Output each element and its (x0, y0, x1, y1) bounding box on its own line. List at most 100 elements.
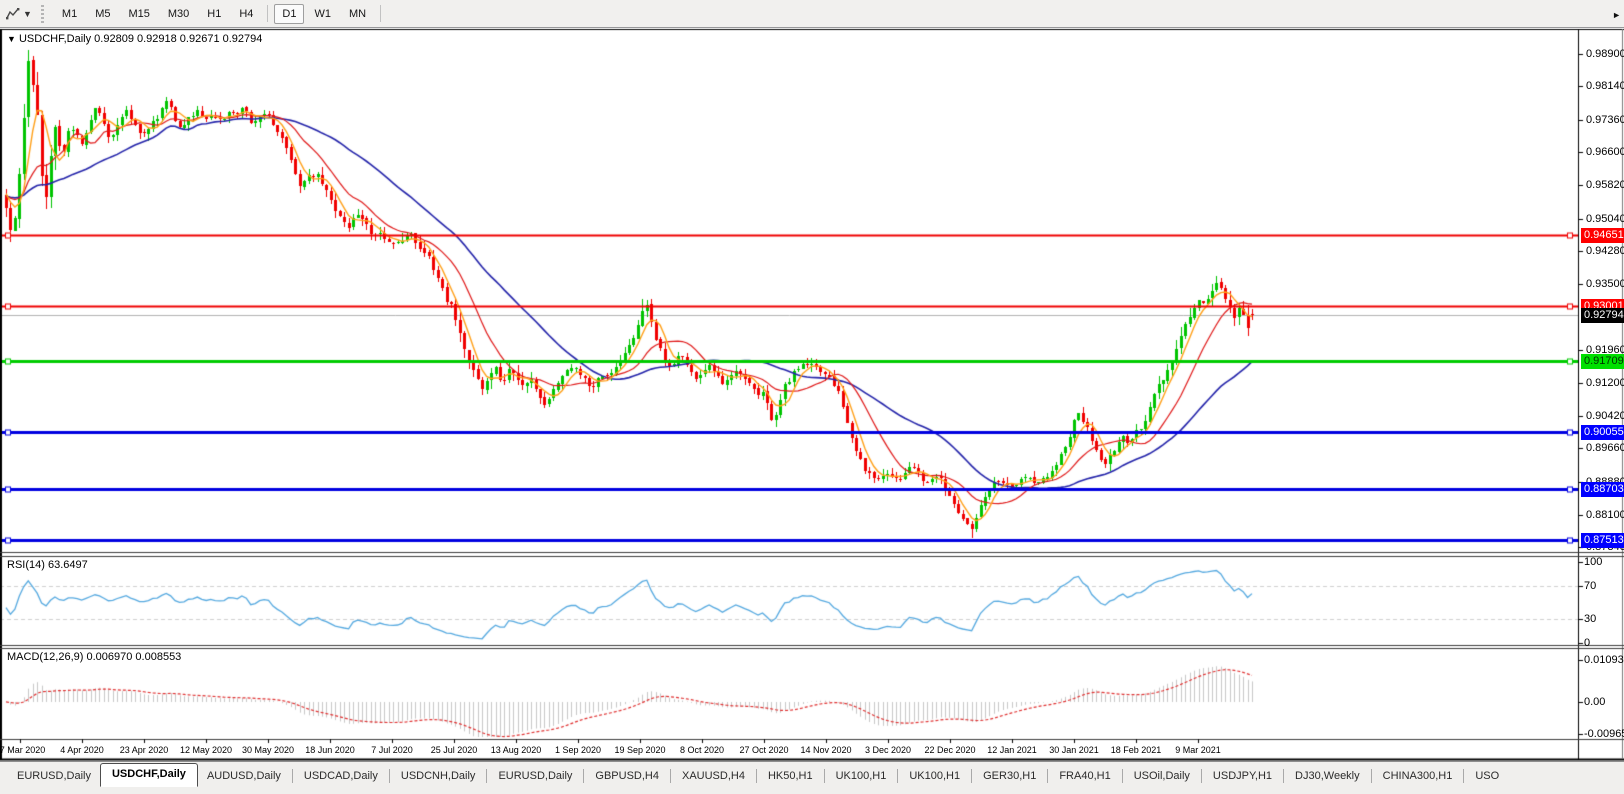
tab-item[interactable]: USDCAD,Daily (295, 766, 387, 787)
collapse-arrow-icon[interactable]: ▼ (7, 34, 16, 44)
price-tick-label: 0.96600 (1586, 146, 1624, 159)
macd-name: MACD(12,26,9) (7, 651, 84, 663)
date-tick-label: 22 Dec 2020 (924, 745, 976, 755)
toolbar-separator (267, 5, 269, 22)
chart-title-symbol: USDCHF,Daily (18, 33, 92, 45)
timeframe-button-m15[interactable]: M15 (120, 4, 157, 24)
tab-separator (583, 769, 585, 783)
tab-separator (755, 769, 757, 783)
date-tick-label: 3 Dec 2020 (864, 745, 912, 755)
timeframe-button-d1[interactable]: D1 (274, 3, 305, 24)
price-tick-label: 0.98140 (1586, 80, 1624, 93)
rsi-value: 63.6497 (47, 559, 88, 571)
rsi-tick-label: 30 (1584, 612, 1597, 625)
tab-item[interactable]: FRA40,H1 (1050, 766, 1119, 787)
tab-item[interactable]: EURUSD,Daily (8, 766, 100, 787)
tab-item[interactable]: EURUSD,Daily (489, 766, 581, 787)
tab-item[interactable]: XAUUSD,H4 (673, 766, 754, 787)
date-tick-label: 7 Jul 2020 (371, 745, 413, 755)
tab-separator (669, 769, 671, 783)
rsi-name: RSI(14) (7, 559, 45, 571)
price-highlight-label: 0.88703 (1581, 482, 1624, 498)
timeframe-button-w1[interactable]: W1 (306, 4, 339, 24)
timeframe-toolbar: ▼ M1 M5 M15 M30 H1 H4 D1 W1 MN (0, 0, 1624, 28)
tab-item[interactable]: GBPUSD,H4 (586, 766, 668, 787)
date-tick-label: 25 Jul 2020 (430, 745, 478, 755)
date-tick-label: 9 Mar 2021 (1175, 745, 1221, 755)
tab-separator (897, 769, 899, 783)
tab-item[interactable]: HK50,H1 (759, 766, 822, 787)
date-tick-label: 18 Jun 2020 (305, 745, 355, 755)
tab-separator (823, 769, 825, 783)
date-tick-label: 27 Oct 2020 (739, 745, 789, 755)
tab-item[interactable]: USDCHF,Daily (99, 763, 198, 787)
tab-separator (1200, 769, 1202, 783)
rsi-tick-label: 100 (1584, 556, 1603, 568)
macd-values: 0.006970 0.008553 (86, 651, 182, 663)
price-tick-label: 0.95040 (1586, 212, 1624, 225)
tab-separator (1463, 769, 1465, 783)
tab-item[interactable]: DJ30,Weekly (1286, 766, 1369, 787)
tab-item[interactable]: USOil,Daily (1125, 766, 1199, 787)
chart-tabs: EURUSD,Daily USDCHF,Daily AUDUSD,Daily USDC… (8, 763, 1466, 787)
date-tick-label: 4 Apr 2020 (60, 745, 104, 755)
chart-canvas[interactable] (0, 0, 1624, 794)
price-tick-label: 0.91200 (1586, 376, 1624, 389)
timeframe-button-m30[interactable]: M30 (160, 4, 197, 24)
tab-item[interactable]: USDJPY,H1 (1204, 766, 1281, 787)
date-tick-label: 30 Jan 2021 (1049, 745, 1099, 755)
price-tick-label: 0.94280 (1586, 245, 1624, 258)
tab-item[interactable]: UK100,H1 (900, 766, 969, 787)
tab-separator (291, 769, 293, 783)
price-highlight-label: 0.87513 (1581, 532, 1624, 548)
tab-item-overflow[interactable]: USO (1466, 766, 1508, 787)
tab-separator (971, 769, 973, 783)
tab-separator (388, 769, 390, 783)
timeframe-button-m5[interactable]: M5 (87, 4, 118, 24)
rsi-tick-label: 0 (1584, 637, 1591, 649)
timeframe-button-mn[interactable]: MN (341, 4, 374, 24)
price-highlight-label: 0.92794 (1581, 307, 1624, 323)
price-highlight-label: 0.94651 (1581, 228, 1624, 244)
tab-item[interactable]: USDCNH,Daily (392, 766, 485, 787)
chart-tabs-bar: EURUSD,Daily USDCHF,Daily AUDUSD,Daily USDC… (0, 761, 1624, 794)
chevron-down-icon[interactable]: ▼ (23, 9, 32, 19)
price-tick-label: 0.89660 (1586, 442, 1624, 455)
date-tick-label: 12 Jan 2021 (987, 745, 1037, 755)
price-highlight-label: 0.91709 (1581, 353, 1624, 369)
timeframe-button-h4[interactable]: H4 (231, 4, 261, 24)
tab-item[interactable]: UK100,H1 (827, 766, 896, 787)
tab-separator (486, 769, 488, 783)
tab-item[interactable]: AUDUSD,Daily (198, 766, 290, 787)
tab-item[interactable]: CHINA300,H1 (1374, 766, 1462, 787)
macd-tick-label: -0.009653 (1584, 728, 1624, 740)
mt4-window: { "toolbar": { "chart_tool_icon": "line-… (0, 0, 1624, 794)
macd-tick-label: 0.00 (1584, 696, 1606, 708)
line-study-icon[interactable] (4, 6, 22, 22)
date-tick-label: 1 Sep 2020 (554, 745, 602, 755)
tab-scroll-right-icon[interactable]: ► (1612, 10, 1621, 20)
date-tick-label: 13 Aug 2020 (490, 745, 542, 755)
timeframe-buttons: M1 M5 M15 M30 H1 H4 D1 W1 MN (53, 3, 386, 24)
tab-item[interactable]: GER30,H1 (974, 766, 1045, 787)
tab-separator (1370, 769, 1372, 783)
tab-separator (1047, 769, 1049, 783)
macd-label: MACD(12,26,9) 0.006970 0.008553 (7, 651, 181, 663)
toolbar-separator (380, 5, 382, 22)
macd-tick-label: 0.010933 (1584, 654, 1624, 666)
price-tick-label: 0.88100 (1586, 508, 1624, 521)
price-tick-label: 0.93500 (1586, 278, 1624, 291)
price-tick-label: 0.95820 (1586, 179, 1624, 192)
date-tick-label: 8 Oct 2020 (679, 745, 725, 755)
timeframe-button-h1[interactable]: H1 (199, 4, 229, 24)
timeframe-button-m1[interactable]: M1 (54, 4, 85, 24)
price-tick-label: 0.90420 (1586, 409, 1624, 422)
date-tick-label: 23 Apr 2020 (119, 745, 169, 755)
chart-title-ohlc: 0.92809 0.92918 0.92671 0.92794 (94, 33, 263, 45)
date-tick-label: 30 May 2020 (241, 745, 295, 755)
date-tick-label: 14 Nov 2020 (800, 745, 852, 755)
price-highlight-label: 0.90055 (1581, 424, 1624, 440)
tab-separator (1283, 769, 1285, 783)
chart-title: ▼ USDCHF,Daily 0.92809 0.92918 0.92671 0… (7, 33, 262, 45)
price-tick-label: 0.97360 (1586, 113, 1624, 126)
